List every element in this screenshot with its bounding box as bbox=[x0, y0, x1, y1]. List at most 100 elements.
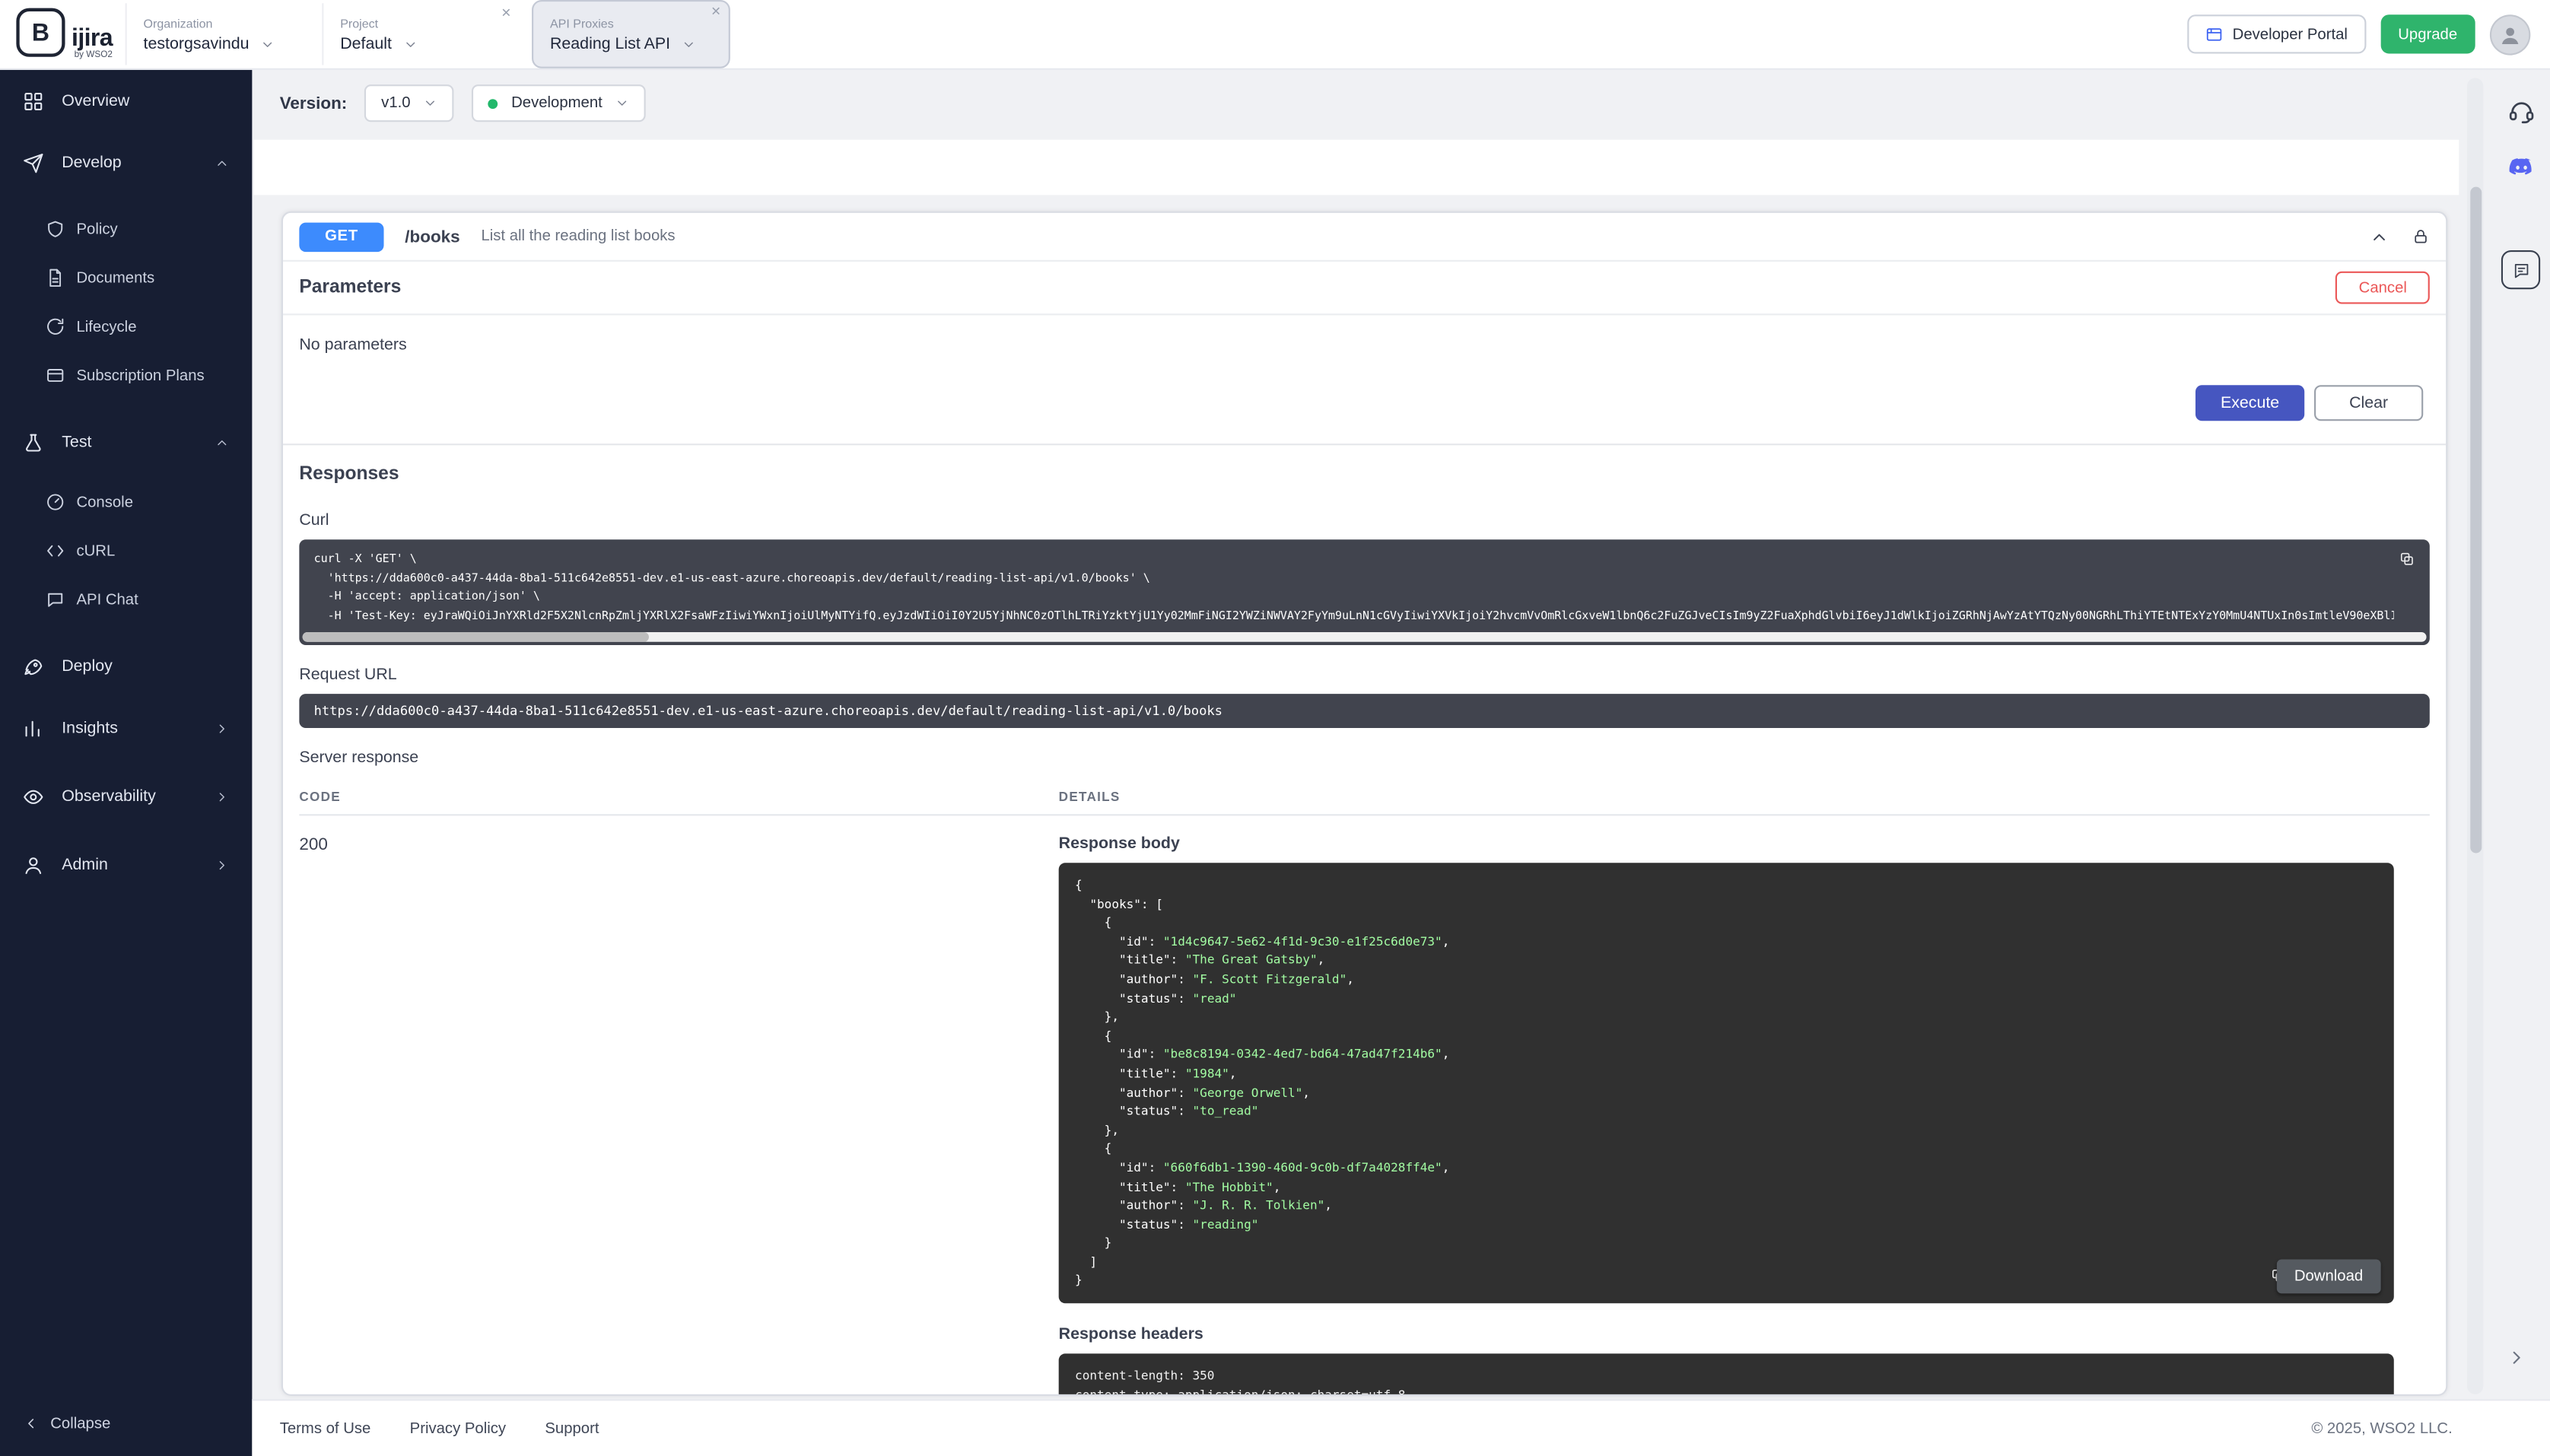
chevron-down-icon bbox=[682, 37, 696, 51]
sidebar-item-overview[interactable]: Overview bbox=[0, 78, 252, 124]
app-window: B ijira by WSO2 Organization testorgsavi… bbox=[0, 0, 2550, 1456]
sidebar-item-test[interactable]: Test bbox=[0, 419, 252, 465]
sidebar-item-label: Develop bbox=[62, 154, 121, 171]
close-icon[interactable]: × bbox=[501, 7, 510, 23]
sidebar-item-develop[interactable]: Develop bbox=[0, 140, 252, 186]
response-headers-label: Response headers bbox=[1059, 1326, 2394, 1343]
developer-portal-label: Developer Portal bbox=[2233, 25, 2348, 43]
chat-icon bbox=[46, 590, 65, 609]
project-label: Project bbox=[340, 15, 503, 30]
response-table-header: CODE DETAILS bbox=[299, 777, 2429, 815]
scrollbar-thumb[interactable] bbox=[303, 632, 649, 642]
response-body-block: { "books": [ { "id": "1d4c9647-5e62-4f1d… bbox=[1059, 863, 2394, 1303]
card-icon bbox=[46, 366, 65, 386]
upgrade-button[interactable]: Upgrade bbox=[2380, 14, 2475, 53]
support-link[interactable]: Support bbox=[545, 1419, 599, 1437]
content-panel-strip bbox=[253, 140, 2459, 196]
environment-select[interactable]: Development bbox=[472, 84, 647, 122]
organization-selector[interactable]: Organization testorgsavindu bbox=[126, 3, 323, 65]
sidebar-item-lifecycle[interactable]: Lifecycle bbox=[0, 302, 252, 351]
sidebar-item-label: Observability bbox=[62, 787, 156, 805]
sidebar-item-label: API Chat bbox=[76, 590, 138, 608]
sidebar-item-label: Subscription Plans bbox=[76, 367, 204, 384]
response-header-line: content-length: 350 bbox=[1075, 1367, 2377, 1386]
sidebar-item-label: Console bbox=[76, 493, 133, 510]
download-button[interactable]: Download bbox=[2276, 1260, 2380, 1294]
lock-icon[interactable] bbox=[2412, 227, 2430, 245]
sidebar-item-observability[interactable]: Observability bbox=[0, 774, 252, 819]
version-select[interactable]: v1.0 bbox=[365, 84, 455, 122]
version-label: Version: bbox=[280, 94, 348, 113]
responses-section: Responses Curl curl -X 'GET' \ 'https://… bbox=[283, 445, 2446, 1396]
user-avatar[interactable] bbox=[2490, 14, 2530, 54]
curl-line: -H 'Test-Key: eyJraWQiOiJnYXRld2F5X2Nlcn… bbox=[314, 607, 2394, 626]
support-agent-icon[interactable] bbox=[2507, 97, 2534, 125]
sidebar-item-console[interactable]: Console bbox=[0, 478, 252, 526]
chevron-right-icon bbox=[215, 857, 229, 872]
chevron-right-icon bbox=[215, 720, 229, 735]
sidebar-item-insights[interactable]: Insights bbox=[0, 705, 252, 751]
parameters-header: Parameters Cancel bbox=[283, 262, 2446, 315]
status-code: 200 bbox=[299, 835, 1058, 1396]
chevron-down-icon bbox=[261, 37, 275, 51]
api-proxy-selector[interactable]: × API Proxies Reading List API bbox=[532, 0, 730, 68]
discord-icon[interactable] bbox=[2507, 154, 2534, 182]
curl-line: curl -X 'GET' \ bbox=[314, 551, 2394, 570]
server-response-label: Server response bbox=[299, 749, 2429, 767]
footer: Terms of Use Privacy Policy Support © 20… bbox=[252, 1399, 2550, 1456]
operation-header[interactable]: GET /books List all the reading list boo… bbox=[283, 213, 2446, 262]
organization-label: Organization bbox=[144, 15, 307, 30]
developer-portal-icon bbox=[2205, 25, 2223, 43]
sidebar: Overview Develop Policy Documents Life bbox=[0, 68, 252, 1456]
sidebar-item-api-chat[interactable]: API Chat bbox=[0, 575, 252, 624]
curl-line: 'https://dda600c0-a437-44da-8ba1-511c642… bbox=[314, 570, 2394, 589]
chevron-up-icon bbox=[215, 155, 229, 170]
scrollbar-thumb[interactable] bbox=[2469, 187, 2481, 854]
api-proxy-value: Reading List API bbox=[550, 35, 670, 52]
bijira-logo-icon: B bbox=[16, 8, 65, 57]
sidebar-item-policy[interactable]: Policy bbox=[0, 205, 252, 253]
api-proxy-label: API Proxies bbox=[550, 15, 713, 30]
chevron-down-icon bbox=[403, 37, 418, 51]
sidebar-item-label: Insights bbox=[62, 719, 118, 736]
sidebar-collapse-button[interactable]: Collapse bbox=[0, 1404, 133, 1443]
chevron-left-icon bbox=[23, 1416, 39, 1432]
version-value: v1.0 bbox=[381, 94, 410, 112]
details-column-header: DETAILS bbox=[1059, 790, 1121, 804]
organization-value: testorgsavindu bbox=[144, 35, 250, 52]
expand-panel-icon[interactable] bbox=[2506, 1347, 2527, 1369]
request-url-bar: https://dda600c0-a437-44da-8ba1-511c642e… bbox=[299, 694, 2429, 728]
close-icon[interactable]: × bbox=[711, 5, 720, 21]
no-parameters-text: No parameters bbox=[283, 315, 2446, 354]
bijira-logo[interactable]: B ijira by WSO2 bbox=[16, 8, 113, 60]
sidebar-item-subscription-plans[interactable]: Subscription Plans bbox=[0, 351, 252, 399]
privacy-policy-link[interactable]: Privacy Policy bbox=[410, 1419, 506, 1437]
curl-line: -H 'accept: application/json' \ bbox=[314, 588, 2394, 607]
code-column-header: CODE bbox=[299, 790, 1058, 804]
curl-code-block: curl -X 'GET' \ 'https://dda600c0-a437-4… bbox=[299, 539, 2429, 645]
sidebar-item-label: Test bbox=[62, 433, 91, 450]
sidebar-item-curl[interactable]: cURL bbox=[0, 526, 252, 575]
collapse-operation-icon[interactable] bbox=[2370, 227, 2389, 246]
version-toolbar: Version: v1.0 Development bbox=[280, 84, 647, 122]
project-selector[interactable]: × Project Default bbox=[323, 3, 520, 65]
terms-of-use-link[interactable]: Terms of Use bbox=[280, 1419, 371, 1437]
cancel-button[interactable]: Cancel bbox=[2336, 272, 2430, 304]
rocket-icon bbox=[23, 656, 44, 677]
feedback-icon[interactable] bbox=[2501, 250, 2540, 289]
developer-portal-button[interactable]: Developer Portal bbox=[2187, 14, 2366, 53]
request-url-label: Request URL bbox=[299, 666, 2429, 684]
flask-icon bbox=[23, 431, 44, 453]
clear-button[interactable]: Clear bbox=[2314, 385, 2423, 421]
sidebar-item-documents[interactable]: Documents bbox=[0, 253, 252, 302]
vertical-scrollbar[interactable] bbox=[2467, 78, 2483, 1394]
copy-icon[interactable] bbox=[2399, 551, 2415, 567]
sidebar-item-deploy[interactable]: Deploy bbox=[0, 644, 252, 689]
sidebar-item-admin[interactable]: Admin bbox=[0, 842, 252, 888]
execute-button[interactable]: Execute bbox=[2195, 385, 2304, 421]
horizontal-scrollbar[interactable] bbox=[303, 632, 2427, 642]
operation-summary: List all the reading list books bbox=[481, 227, 675, 245]
help-rail bbox=[2501, 97, 2540, 289]
sidebar-item-label: Documents bbox=[76, 269, 154, 287]
shield-icon bbox=[46, 219, 65, 239]
